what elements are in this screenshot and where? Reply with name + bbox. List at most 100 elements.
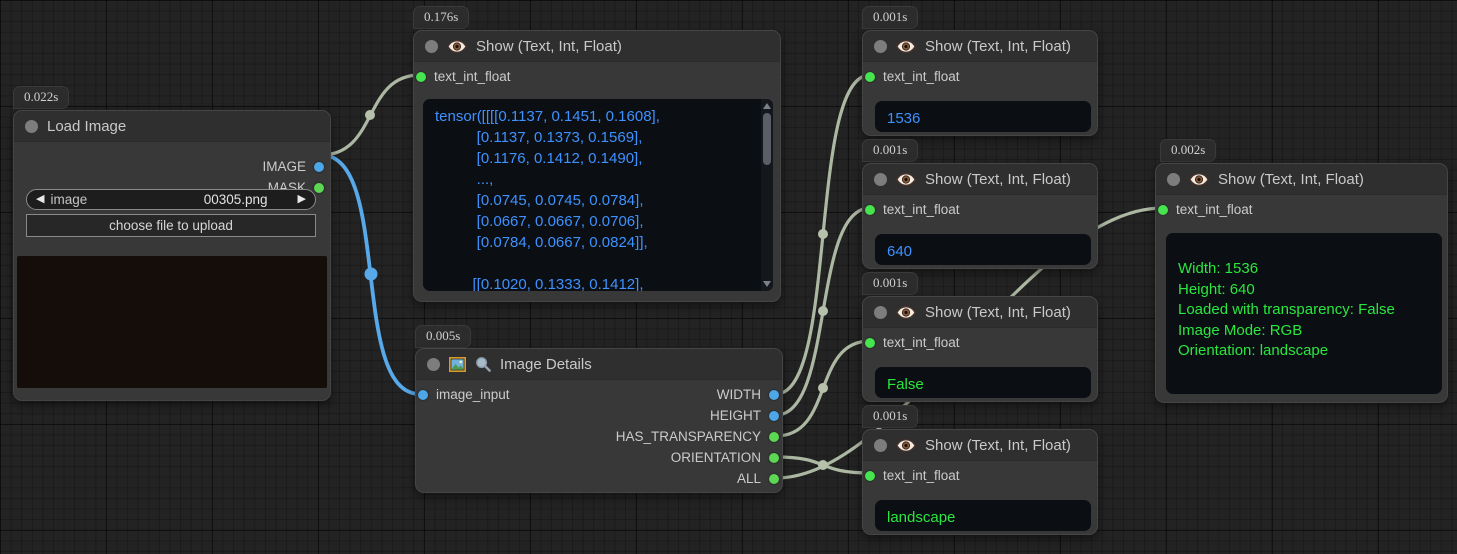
node-title-bar[interactable]: Image Details xyxy=(416,349,782,380)
has-transparency-output-dot[interactable] xyxy=(769,432,779,442)
combo-prev-icon[interactable]: ◀ xyxy=(36,194,44,205)
value-textarea[interactable]: 640 xyxy=(875,234,1091,265)
link-midpoint-dot[interactable] xyxy=(818,229,828,239)
slot-label: text_int_float xyxy=(434,69,511,84)
scroll-down-icon[interactable] xyxy=(763,281,771,287)
link-midpoint-dot[interactable] xyxy=(365,268,378,281)
slot-label: text_int_float xyxy=(883,335,960,350)
scrollbar-thumb[interactable] xyxy=(763,113,771,165)
status-dot xyxy=(25,120,38,133)
node-title: Show (Text, Int, Float) xyxy=(925,171,1071,188)
timing-badge: 0.176s xyxy=(413,6,469,29)
input-dot[interactable] xyxy=(865,471,875,481)
timing-badge: 0.005s xyxy=(415,325,471,348)
slot-label: text_int_float xyxy=(883,69,960,84)
output-slot-has-transparency[interactable]: HAS_TRANSPARENCY xyxy=(616,429,779,444)
node-title-bar[interactable]: Show (Text, Int, Float) xyxy=(863,164,1097,195)
input-dot[interactable] xyxy=(1158,205,1168,215)
picture-icon xyxy=(449,357,466,372)
scroll-up-icon[interactable] xyxy=(763,103,771,109)
input-dot[interactable] xyxy=(865,338,875,348)
node-title: Show (Text, Int, Float) xyxy=(1218,171,1364,188)
node-title: Show (Text, Int, Float) xyxy=(925,437,1071,454)
input-slot-image-input[interactable]: image_input xyxy=(418,387,510,402)
link-midpoint-dot[interactable] xyxy=(818,383,828,393)
output-slot-all[interactable]: ALL xyxy=(737,471,779,486)
node-title-bar[interactable]: Show (Text, Int, Float) xyxy=(863,31,1097,62)
input-dot[interactable] xyxy=(418,390,428,400)
status-dot xyxy=(874,40,887,53)
slot-label: text_int_float xyxy=(883,468,960,483)
node-graph-canvas[interactable]: 0.022s Load Image IMAGE MASK ◀ image 003… xyxy=(0,0,1457,554)
eye-icon xyxy=(896,39,916,54)
timing-badge: 0.002s xyxy=(1160,139,1216,162)
eye-icon xyxy=(896,305,916,320)
input-slot-text-int-float[interactable]: text_int_float xyxy=(865,202,960,217)
eye-icon xyxy=(447,39,467,54)
combo-value: 00305.png xyxy=(204,192,268,207)
node-title: Show (Text, Int, Float) xyxy=(476,38,622,55)
input-slot-text-int-float[interactable]: text_int_float xyxy=(865,69,960,84)
link-midpoint-dot[interactable] xyxy=(818,306,828,316)
link-midpoint-dot[interactable] xyxy=(818,460,828,470)
input-dot[interactable] xyxy=(865,205,875,215)
input-dot[interactable] xyxy=(865,72,875,82)
node-title-bar[interactable]: Show (Text, Int, Float) xyxy=(863,430,1097,461)
link-midpoint-dot[interactable] xyxy=(365,110,375,120)
input-slot-text-int-float[interactable]: text_int_float xyxy=(416,69,511,84)
input-slot-text-int-float[interactable]: text_int_float xyxy=(865,468,960,483)
show-all-node[interactable]: Show (Text, Int, Float) text_int_float W… xyxy=(1155,163,1448,403)
scrollbar-track[interactable] xyxy=(761,99,773,291)
timing-badge: 0.022s xyxy=(13,86,69,109)
slot-label: WIDTH xyxy=(717,387,761,402)
show-orientation-node[interactable]: Show (Text, Int, Float) text_int_float l… xyxy=(862,429,1098,535)
status-dot xyxy=(874,306,887,319)
all-output-dot[interactable] xyxy=(769,474,779,484)
input-slot-text-int-float[interactable]: text_int_float xyxy=(1158,202,1253,217)
status-dot xyxy=(425,40,438,53)
tensor-value-textarea[interactable]: tensor([[[[0.1137, 0.1451, 0.1608], [0.1… xyxy=(423,99,773,291)
timing-badge: 0.001s xyxy=(862,272,918,295)
output-slot-orientation[interactable]: ORIENTATION xyxy=(671,450,779,465)
node-title: Load Image xyxy=(47,118,126,135)
summary-textarea[interactable]: Width: 1536 Height: 640 Loaded with tran… xyxy=(1166,233,1442,394)
slot-label: text_int_float xyxy=(883,202,960,217)
node-title-bar[interactable]: Show (Text, Int, Float) xyxy=(1156,164,1447,195)
input-dot[interactable] xyxy=(416,72,426,82)
input-slot-text-int-float[interactable]: text_int_float xyxy=(865,335,960,350)
output-slot-width[interactable]: WIDTH xyxy=(717,387,779,402)
magnifier-icon xyxy=(475,356,491,372)
node-title-bar[interactable]: Show (Text, Int, Float) xyxy=(863,297,1097,328)
node-title-bar[interactable]: Load Image xyxy=(14,111,330,142)
node-title: Image Details xyxy=(500,356,592,373)
status-dot xyxy=(1167,173,1180,186)
load-image-node[interactable]: Load Image IMAGE MASK ◀ image 00305.png … xyxy=(13,110,331,401)
choose-file-button[interactable]: choose file to upload xyxy=(26,214,316,237)
node-title: Show (Text, Int, Float) xyxy=(925,304,1071,321)
width-output-dot[interactable] xyxy=(769,390,779,400)
value-textarea[interactable]: 1536 xyxy=(875,101,1091,132)
orientation-output-dot[interactable] xyxy=(769,453,779,463)
image-combo-widget[interactable]: ◀ image 00305.png ▶ xyxy=(26,189,316,210)
combo-name: image xyxy=(50,192,87,207)
status-dot xyxy=(427,358,440,371)
combo-next-icon[interactable]: ▶ xyxy=(298,194,306,205)
height-output-dot[interactable] xyxy=(769,411,779,421)
status-dot xyxy=(874,173,887,186)
slot-label: image_input xyxy=(436,387,510,402)
show-height-node[interactable]: Show (Text, Int, Float) text_int_float 6… xyxy=(862,163,1098,269)
node-title: Show (Text, Int, Float) xyxy=(925,38,1071,55)
mask-output-dot[interactable] xyxy=(314,183,324,193)
show-tensor-node[interactable]: Show (Text, Int, Float) text_int_float t… xyxy=(413,30,781,302)
slot-label: HAS_TRANSPARENCY xyxy=(616,429,761,444)
slot-label: ORIENTATION xyxy=(671,450,761,465)
node-title-bar[interactable]: Show (Text, Int, Float) xyxy=(414,31,780,62)
value-textarea[interactable]: False xyxy=(875,367,1091,398)
show-width-node[interactable]: Show (Text, Int, Float) text_int_float 1… xyxy=(862,30,1098,136)
image-output-dot[interactable] xyxy=(314,162,324,172)
show-transparency-node[interactable]: Show (Text, Int, Float) text_int_float F… xyxy=(862,296,1098,402)
image-details-node[interactable]: Image Details image_input WIDTH HEIGHT H… xyxy=(415,348,783,493)
value-textarea[interactable]: landscape xyxy=(875,500,1091,531)
output-slot-height[interactable]: HEIGHT xyxy=(710,408,779,423)
output-slot-image[interactable]: IMAGE xyxy=(262,159,324,174)
